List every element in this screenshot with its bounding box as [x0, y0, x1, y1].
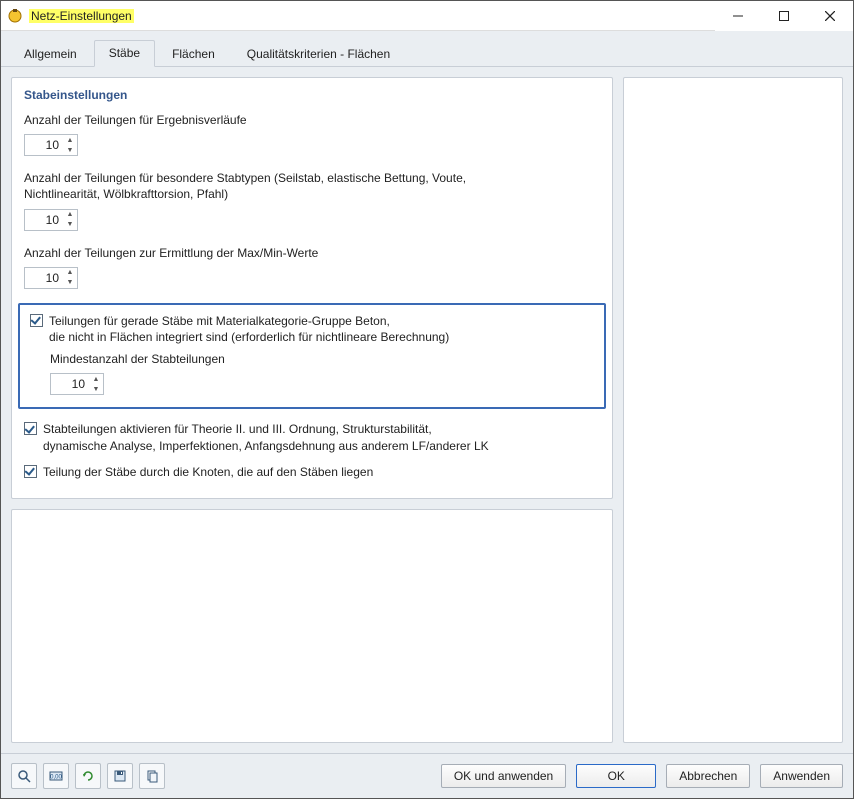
spinner-arrows[interactable]: ▲▼ [63, 135, 77, 155]
spinner-div-special[interactable]: 10 ▲▼ [24, 209, 78, 231]
label-div-maxmin: Anzahl der Teilungen zur Ermittlung der … [24, 245, 600, 261]
check-theory-label: Stabteilungen aktivieren für Theorie II.… [43, 421, 489, 453]
spinner-arrows[interactable]: ▲▼ [63, 268, 77, 288]
checkbox-nodes[interactable] [24, 465, 37, 478]
app-icon [7, 8, 23, 24]
tab-bar: Allgemein Stäbe Flächen Qualitätskriteri… [1, 31, 853, 67]
title-bar-left: Netz-Einstellungen [1, 8, 134, 24]
tab-general[interactable]: Allgemein [9, 41, 92, 67]
preview-panel [11, 509, 613, 743]
checkbox-concrete[interactable] [30, 314, 43, 327]
footer-buttons: OK und anwenden OK Abbrechen Anwenden [441, 764, 843, 788]
svg-text:0,00: 0,00 [50, 775, 62, 781]
save-icon[interactable] [107, 763, 133, 789]
spinner-concrete-min[interactable]: 10 ▲▼ [50, 373, 104, 395]
ok-apply-button[interactable]: OK und anwenden [441, 764, 566, 788]
spinner-div-maxmin[interactable]: 10 ▲▼ [24, 267, 78, 289]
tab-surfaces[interactable]: Flächen [157, 41, 230, 67]
checkbox-theory[interactable] [24, 422, 37, 435]
field-div-special: Anzahl der Teilungen für besondere Stabt… [24, 170, 600, 230]
maximize-button[interactable] [761, 1, 807, 31]
right-column [623, 77, 843, 743]
tab-quality[interactable]: Qualitätskriterien - Flächen [232, 41, 405, 67]
content-area: Stabeinstellungen Anzahl der Teilungen f… [1, 67, 853, 753]
copy-icon[interactable] [139, 763, 165, 789]
dialog-window: Netz-Einstellungen Allgemein Stäbe Fläch… [0, 0, 854, 799]
units-icon[interactable]: 0,00 [43, 763, 69, 789]
footer-toolbar: 0,00 [11, 763, 165, 789]
side-panel [623, 77, 843, 743]
client-area: Allgemein Stäbe Flächen Qualitätskriteri… [1, 31, 853, 798]
check-theory-group: Stabteilungen aktivieren für Theorie II.… [24, 421, 600, 453]
window-title: Netz-Einstellungen [29, 9, 134, 23]
spinner-arrows[interactable]: ▲▼ [89, 374, 103, 394]
label-div-results: Anzahl der Teilungen für Ergebnisverläuf… [24, 112, 600, 128]
window-controls [715, 1, 853, 31]
value-div-maxmin: 10 [25, 271, 63, 285]
title-bar: Netz-Einstellungen [1, 1, 853, 31]
check-nodes-label: Teilung der Stäbe durch die Knoten, die … [43, 464, 373, 480]
tab-members[interactable]: Stäbe [94, 40, 155, 67]
check-concrete: Teilungen für gerade Stäbe mit Materialk… [30, 313, 594, 345]
member-settings-panel: Stabeinstellungen Anzahl der Teilungen f… [11, 77, 613, 499]
spinner-div-results[interactable]: 10 ▲▼ [24, 134, 78, 156]
close-button[interactable] [807, 1, 853, 31]
minimize-button[interactable] [715, 1, 761, 31]
check-nodes-group: Teilung der Stäbe durch die Knoten, die … [24, 464, 600, 480]
ok-button[interactable]: OK [576, 764, 656, 788]
concrete-division-highlight: Teilungen für gerade Stäbe mit Materialk… [18, 303, 606, 410]
cancel-button[interactable]: Abbrechen [666, 764, 750, 788]
field-div-results: Anzahl der Teilungen für Ergebnisverläuf… [24, 112, 600, 156]
field-div-maxmin: Anzahl der Teilungen zur Ermittlung der … [24, 245, 600, 289]
section-title: Stabeinstellungen [24, 88, 600, 102]
apply-button[interactable]: Anwenden [760, 764, 843, 788]
left-column: Stabeinstellungen Anzahl der Teilungen f… [11, 77, 613, 743]
search-icon[interactable] [11, 763, 37, 789]
value-div-results: 10 [25, 138, 63, 152]
label-concrete-min: Mindestanzahl der Stabteilungen [50, 351, 594, 367]
label-div-special: Anzahl der Teilungen für besondere Stabt… [24, 170, 504, 202]
footer: 0,00 OK und anwenden OK Abbrechen Anwend… [1, 753, 853, 798]
value-concrete-min: 10 [51, 377, 89, 391]
check-concrete-label: Teilungen für gerade Stäbe mit Materialk… [49, 313, 449, 345]
spinner-arrows[interactable]: ▲▼ [63, 210, 77, 230]
value-div-special: 10 [25, 213, 63, 227]
field-concrete-min: Mindestanzahl der Stabteilungen 10 ▲▼ [50, 351, 594, 395]
refresh-icon[interactable] [75, 763, 101, 789]
